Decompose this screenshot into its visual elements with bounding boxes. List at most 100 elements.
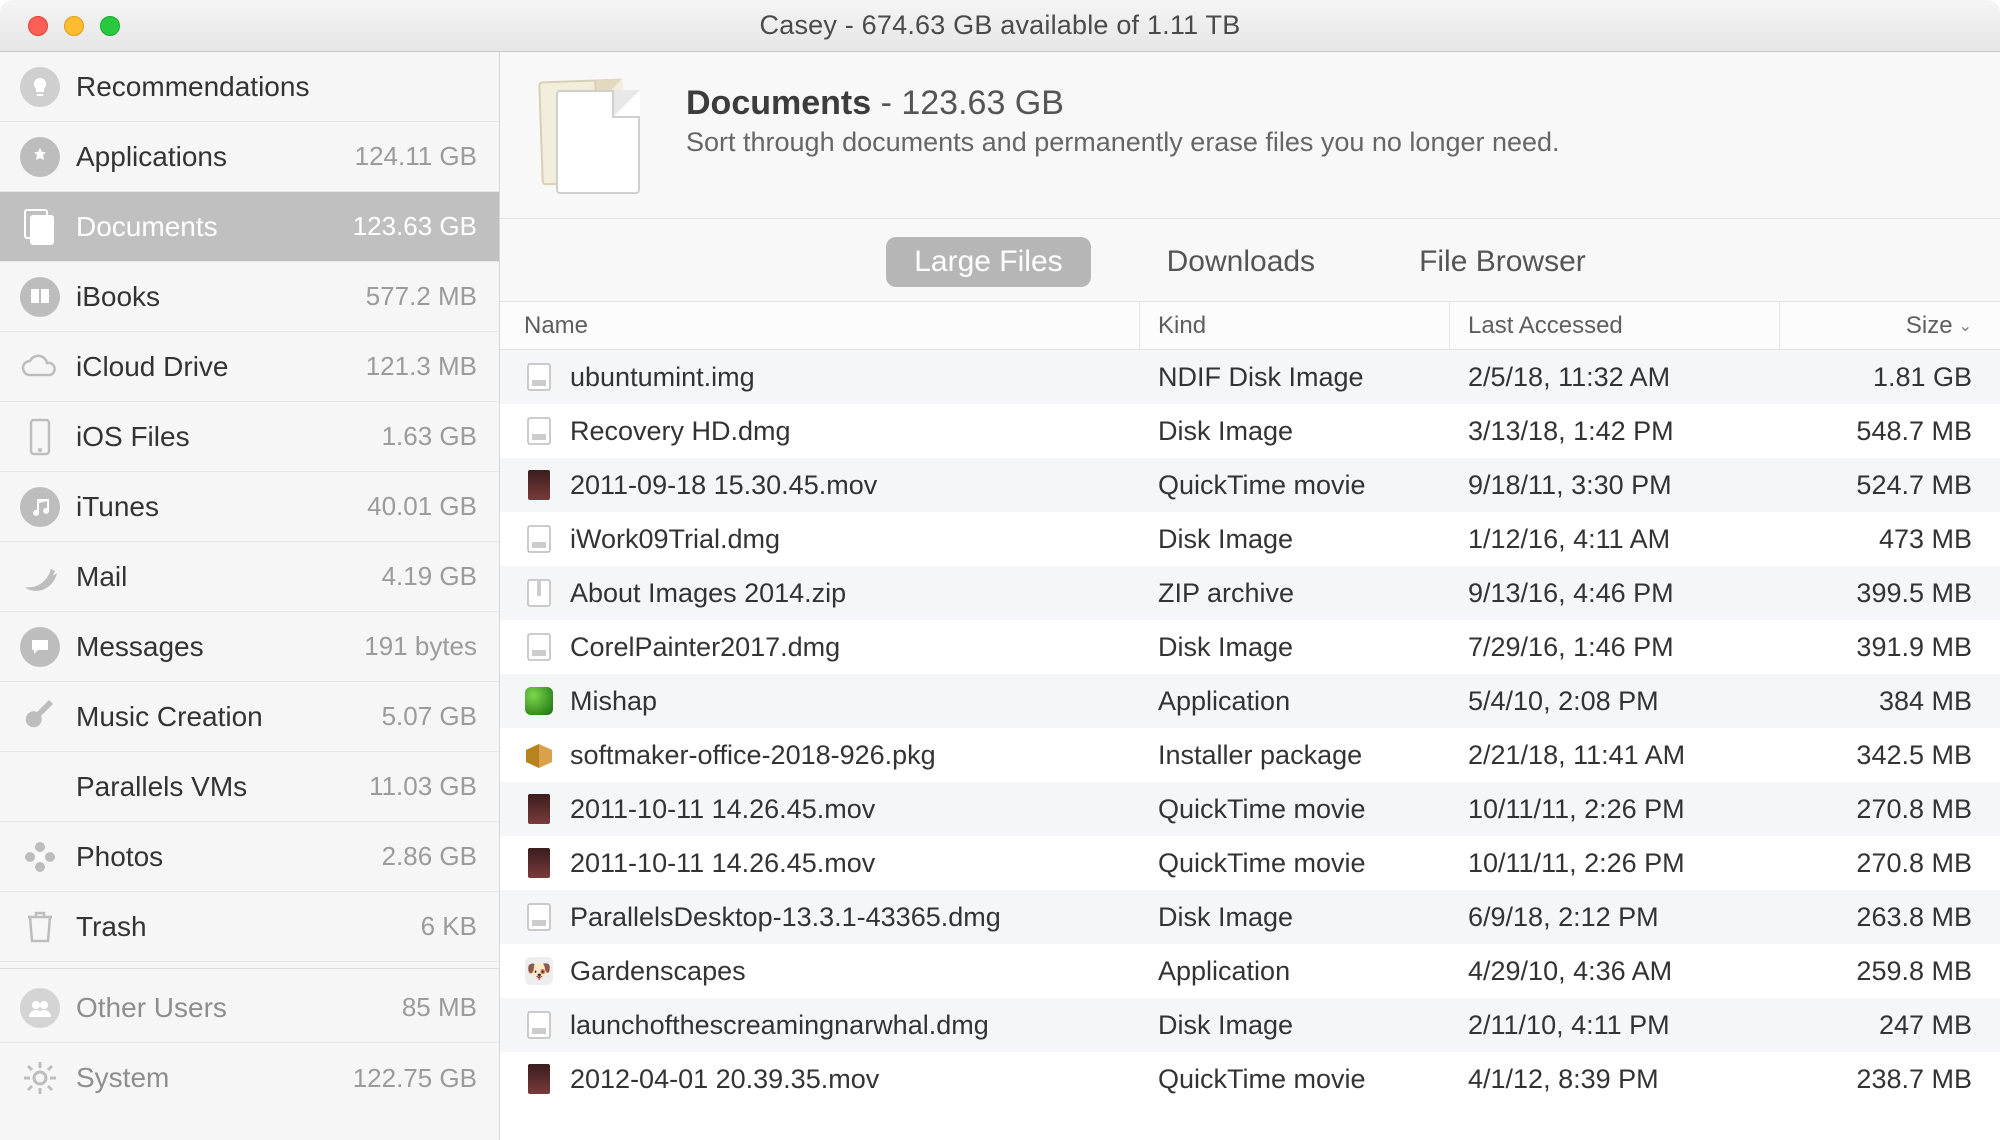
file-size: 384 MB [1780,686,2000,717]
file-icon [524,846,554,880]
sidebar-item-parallels-vms[interactable]: Parallels VMs 11.03 GB [0,752,499,822]
file-last-accessed: 2/11/10, 4:11 PM [1450,1010,1780,1041]
sidebar-item-label: Other Users [76,992,388,1024]
sidebar-item-size: 4.19 GB [382,561,477,592]
sidebar-item-size: 191 bytes [364,631,477,662]
sidebar-item-size: 577.2 MB [366,281,477,312]
file-kind: Disk Image [1140,902,1450,933]
table-row[interactable]: ubuntumint.img NDIF Disk Image 2/5/18, 1… [500,350,2000,404]
file-last-accessed: 9/13/16, 4:46 PM [1450,578,1780,609]
file-kind: QuickTime movie [1140,794,1450,825]
file-name: iWork09Trial.dmg [570,524,780,555]
file-last-accessed: 2/21/18, 11:41 AM [1450,740,1780,771]
table-row[interactable]: 2011-10-11 14.26.45.mov QuickTime movie … [500,836,2000,890]
table-row[interactable]: CorelPainter2017.dmg Disk Image 7/29/16,… [500,620,2000,674]
sidebar-item-trash[interactable]: Trash 6 KB [0,892,499,962]
sidebar-item-ibooks[interactable]: iBooks 577.2 MB [0,262,499,332]
table-row[interactable]: launchofthescreamingnarwhal.dmg Disk Ima… [500,998,2000,1052]
table-row[interactable]: 2011-09-18 15.30.45.mov QuickTime movie … [500,458,2000,512]
window-title: Casey - 674.63 GB available of 1.11 TB [0,10,2000,41]
table-row[interactable]: ParallelsDesktop-13.3.1-43365.dmg Disk I… [500,890,2000,944]
column-header-kind[interactable]: Kind [1140,302,1450,349]
file-icon [524,1062,554,1096]
file-size: 263.8 MB [1780,902,2000,933]
sidebar-item-label: Documents [76,211,339,243]
file-name: launchofthescreamingnarwhal.dmg [570,1010,989,1041]
column-header-last-accessed[interactable]: Last Accessed [1450,302,1780,349]
file-icon [524,522,554,556]
file-last-accessed: 6/9/18, 2:12 PM [1450,902,1780,933]
file-kind: QuickTime movie [1140,1064,1450,1095]
chat-icon [18,625,62,669]
main-panel: Documents - 123.63 GB Sort through docum… [500,52,2000,1140]
table-row[interactable]: 2011-10-11 14.26.45.mov QuickTime movie … [500,782,2000,836]
file-last-accessed: 4/1/12, 8:39 PM [1450,1064,1780,1095]
file-name: 2011-10-11 14.26.45.mov [570,794,875,825]
file-size: 391.9 MB [1780,632,2000,663]
table-row[interactable]: About Images 2014.zip ZIP archive 9/13/1… [500,566,2000,620]
file-name: Gardenscapes [570,956,746,987]
section-title: Documents - 123.63 GB [686,84,1560,123]
table-row[interactable]: iWork09Trial.dmg Disk Image 1/12/16, 4:1… [500,512,2000,566]
sidebar-item-label: Trash [76,911,407,943]
sidebar-item-size: 1.63 GB [382,421,477,452]
flower-icon [18,835,62,879]
file-size: 1.81 GB [1780,362,2000,393]
file-last-accessed: 2/5/18, 11:32 AM [1450,362,1780,393]
sidebar-item-itunes[interactable]: iTunes 40.01 GB [0,472,499,542]
sidebar-item-size: 123.63 GB [353,211,477,242]
file-size: 473 MB [1780,524,2000,555]
file-last-accessed: 9/18/11, 3:30 PM [1450,470,1780,501]
file-kind: QuickTime movie [1140,470,1450,501]
sidebar-item-music-creation[interactable]: Music Creation 5.07 GB [0,682,499,752]
sort-caret-icon: ⌄ [1959,316,1972,336]
table-row[interactable]: 🐶 Gardenscapes Application 4/29/10, 4:36… [500,944,2000,998]
file-kind: Application [1140,956,1450,987]
file-size: 247 MB [1780,1010,2000,1041]
column-header-size[interactable]: Size⌄ [1780,302,2000,349]
sidebar-separator [0,968,499,969]
sidebar-item-mail[interactable]: Mail 4.19 GB [0,542,499,612]
file-last-accessed: 10/11/11, 2:26 PM [1450,848,1780,879]
sidebar-item-label: Parallels VMs [76,771,355,803]
sidebar-item-size: 5.07 GB [382,701,477,732]
file-name: ParallelsDesktop-13.3.1-43365.dmg [570,902,1001,933]
column-header-name[interactable]: Name [500,302,1140,349]
sidebar-item-label: Photos [76,841,368,873]
sidebar-item-size: 121.3 MB [366,351,477,382]
sidebar-item-documents[interactable]: Documents 123.63 GB [0,192,499,262]
table-row[interactable]: 2012-04-01 20.39.35.mov QuickTime movie … [500,1052,2000,1106]
sidebar-item-applications[interactable]: Applications 124.11 GB [0,122,499,192]
sidebar-item-system[interactable]: System 122.75 GB [0,1043,499,1113]
appstore-icon [18,135,62,179]
file-icon [524,738,554,772]
tab-large-files[interactable]: Large Files [886,237,1090,287]
file-last-accessed: 10/11/11, 2:26 PM [1450,794,1780,825]
sidebar-item-size: 124.11 GB [355,141,477,172]
section-header: Documents - 123.63 GB Sort through docum… [500,52,2000,219]
tab-downloads[interactable]: Downloads [1139,237,1343,287]
file-icon: 🐶 [524,954,554,988]
sidebar-item-size: 85 MB [402,992,477,1023]
file-icon [524,414,554,448]
sidebar-item-ios-files[interactable]: iOS Files 1.63 GB [0,402,499,472]
sidebar-item-recommendations[interactable]: Recommendations [0,52,499,122]
file-name: 2011-09-18 15.30.45.mov [570,470,877,501]
table-row[interactable]: softmaker-office-2018-926.pkg Installer … [500,728,2000,782]
file-kind: Disk Image [1140,1010,1450,1041]
tab-file-browser[interactable]: File Browser [1391,237,1614,287]
sidebar-item-icloud-drive[interactable]: iCloud Drive 121.3 MB [0,332,499,402]
trash-icon [18,905,62,949]
sidebar-item-photos[interactable]: Photos 2.86 GB [0,822,499,892]
table-row[interactable]: Mishap Application 5/4/10, 2:08 PM 384 M… [500,674,2000,728]
file-icon [524,1008,554,1042]
file-icon [524,900,554,934]
users-icon [18,986,62,1030]
sidebar-item-other-users[interactable]: Other Users 85 MB [0,973,499,1043]
table-row[interactable]: Recovery HD.dmg Disk Image 3/13/18, 1:42… [500,404,2000,458]
section-subtitle: Sort through documents and permanently e… [686,127,1560,158]
sidebar-item-messages[interactable]: Messages 191 bytes [0,612,499,682]
file-kind: Disk Image [1140,524,1450,555]
file-icon [524,576,554,610]
file-size: 270.8 MB [1780,848,2000,879]
